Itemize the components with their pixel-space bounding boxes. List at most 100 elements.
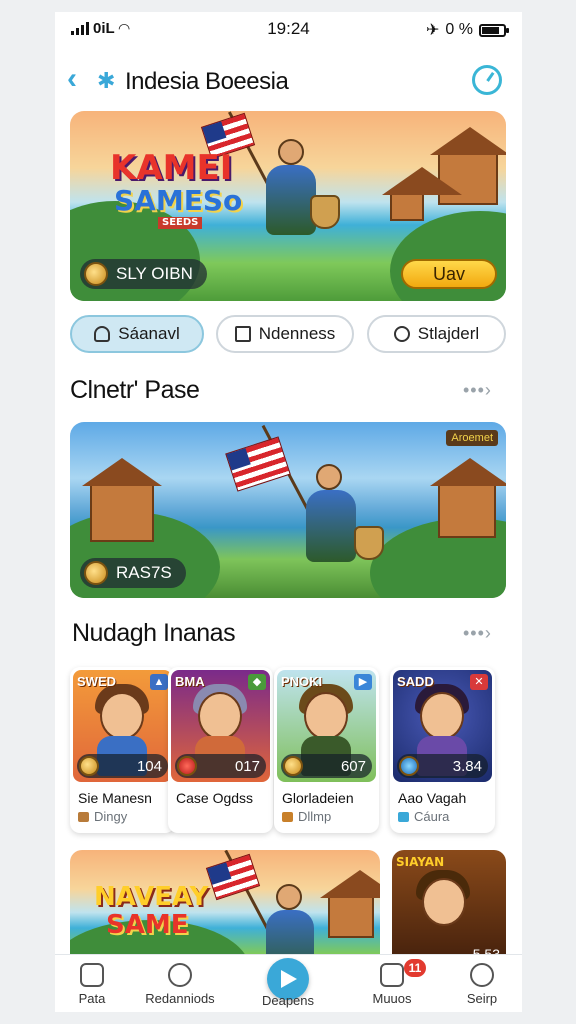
game-card-3[interactable]: PNOKI ▶ 607 Glorladeien Dllmp (274, 667, 379, 833)
face (420, 692, 464, 740)
tag-icon (398, 811, 409, 822)
face (304, 692, 348, 740)
page-title: Indesia Boeesia (125, 68, 289, 95)
hero-cta-button[interactable]: Uav (401, 259, 497, 289)
gem-icon: ◆ (248, 674, 266, 690)
game-card-4-name: Aao Vagah (398, 790, 467, 806)
bottom-tab-bar: Pata Redanniods Deapens Muuos 11 Seirp (55, 954, 522, 1012)
game-card-2[interactable]: BMA ◆ 017 Case Ogdss (168, 667, 273, 833)
tab-favorites-label: Redanniods (145, 991, 215, 1006)
airplane-icon: ✈ (426, 22, 440, 39)
house-small (382, 167, 462, 221)
bookmark-icon: ▲ (150, 674, 168, 690)
back-chevron-icon[interactable]: ‹ (67, 64, 77, 94)
face (422, 878, 466, 926)
tab-home[interactable]: Pata (55, 963, 137, 1006)
filter-chip-1[interactable]: Sáanavl (70, 315, 204, 353)
filter-chip-3[interactable]: Stlajderl (367, 315, 506, 353)
section2-title: Nudagh Inanas (72, 619, 236, 647)
game-card-3-badge: PNOKI (281, 674, 323, 689)
close-icon: ✕ (470, 674, 488, 690)
promo-corner-badge: Aroemet (446, 430, 498, 446)
game-card-3-sub: Dllmp (282, 809, 331, 824)
promo-house-right (430, 458, 506, 538)
game-card-4-sub: Cáura (398, 809, 449, 824)
game-card-2-badge: BMA (175, 674, 205, 689)
bottom-flag-icon (205, 853, 261, 901)
tab-home-label: Pata (78, 991, 106, 1006)
bottom-hero-head (276, 884, 302, 910)
game-card-4[interactable]: SADD ✕ 3.84 Aao Vagah Cáura (390, 667, 495, 833)
heart-icon (168, 963, 192, 987)
home-icon (80, 963, 104, 987)
tab-profile[interactable]: Seirp (437, 963, 522, 1006)
tab-center-label: Deapens (261, 993, 315, 1008)
game-card-1-stat: 104 (77, 754, 168, 778)
filter-chip-1-label: Sáanavl (118, 324, 180, 343)
pin-icon[interactable]: ✱ (97, 68, 115, 94)
game-card-2-art: BMA ◆ 017 (171, 670, 270, 782)
game-card-2-name: Case Ogdss (176, 790, 254, 806)
promo-hero-figure (306, 490, 356, 562)
filter-chip-2-label: Ndenness (258, 324, 336, 343)
game-card-4-art: SADD ✕ 3.84 (393, 670, 492, 782)
game-card-3-stat: 607 (281, 754, 372, 778)
promo-house-left (82, 458, 162, 542)
hero-figure (266, 165, 316, 235)
game-card-3-sub-label: Dllmp (298, 809, 332, 824)
timer-icon[interactable] (472, 65, 502, 95)
hero-logo-line2: SAMESo (114, 184, 243, 217)
tag-icon (282, 811, 293, 822)
tab-favorites[interactable]: Redanniods (135, 963, 225, 1006)
promo-shield-icon (354, 526, 384, 560)
game-card-1-sub-label: Dingy (94, 809, 128, 824)
game-card-2-stat: 017 (175, 754, 266, 778)
bottom-logo-line2: SAME (106, 910, 189, 940)
person-icon (393, 326, 410, 342)
game-card-3-value: 607 (340, 757, 366, 775)
promo-stat-label: RAS7S (116, 563, 172, 582)
battery-icon (479, 23, 509, 37)
inbox-icon (380, 963, 404, 987)
promo-banner[interactable]: Aroemet RAS7S (70, 422, 506, 598)
hero-head (278, 139, 304, 165)
face (100, 692, 144, 740)
tab-profile-label: Seirp (466, 991, 498, 1006)
phone-screen: 0iL ◠ 19:24 ✈ 0 % ‹ ✱ Indesia Boeesia KA… (55, 12, 522, 1012)
coin-icon (399, 756, 419, 776)
section1-more-link[interactable]: •••› (463, 380, 492, 401)
game-card-4-value: 3.84 (452, 757, 482, 775)
game-card-1[interactable]: SWED ▲ 104 Sie Manesn Dingy (70, 667, 175, 833)
coin-icon (177, 756, 197, 776)
app-header: ‹ ✱ Indesia Boeesia (55, 58, 522, 102)
hero-stat-label: SLY OIBN (116, 264, 193, 283)
play-icon: ▶ (354, 674, 372, 690)
person-icon (470, 963, 494, 987)
hero-logo-line3: SEEDS (158, 217, 203, 229)
section2-more-link[interactable]: •••› (463, 623, 492, 644)
promo-stat-pill: RAS7S (80, 558, 186, 588)
bell-icon (94, 326, 111, 342)
game-card-1-art: SWED ▲ 104 (73, 670, 172, 782)
home-icon (234, 326, 251, 342)
bottom-house (320, 870, 380, 938)
hero-banner[interactable]: KAMEI SAMESo SEEDS SLY OIBN Uav (70, 111, 506, 301)
filter-chip-2[interactable]: Ndenness (216, 315, 354, 353)
section1-title: Clnetr' Pase (70, 376, 200, 404)
status-bar: 0iL ◠ 19:24 ✈ 0 % (55, 12, 522, 46)
status-right: ✈ 0 % (426, 20, 509, 40)
game-card-1-badge: SWED (77, 674, 116, 689)
game-card-1-sub: Dingy (78, 809, 127, 824)
coin-icon (84, 262, 108, 286)
hero-stat-pill: SLY OIBN (80, 259, 207, 289)
tag-icon (78, 811, 89, 822)
coin-icon (283, 756, 303, 776)
hero-logo-line1: KAMEI (110, 148, 233, 188)
game-card-3-name: Glorladeien (282, 790, 354, 806)
face (198, 692, 242, 740)
tab-center[interactable]: Deapens (243, 993, 333, 1008)
filter-chip-3-label: Stlajderl (417, 324, 480, 343)
notification-badge: 11 (404, 959, 426, 977)
bottom-logo-line1: NAVEAY (94, 882, 209, 912)
game-card-3-art: PNOKI ▶ 607 (277, 670, 376, 782)
